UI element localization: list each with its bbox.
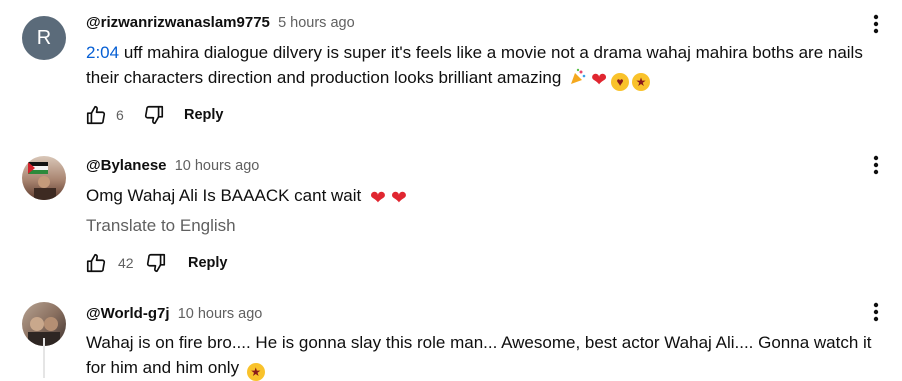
heart-emoji: ❤: [391, 188, 407, 209]
dislike-button[interactable]: [142, 103, 166, 127]
more-options-button[interactable]: [866, 153, 886, 177]
star-eyes-emoji: ★: [632, 73, 651, 91]
comment-header: @World-g7j 10 hours ago: [86, 305, 262, 322]
author-name[interactable]: @rizwanrizwanaslam9775: [86, 14, 270, 31]
avatar-image: [28, 162, 56, 200]
kebab-menu-icon: [873, 155, 879, 175]
dislike-button[interactable]: [144, 251, 168, 275]
like-button[interactable]: [84, 103, 108, 127]
comment-text: Wahaj is on fire bro.... He is gonna sla…: [86, 333, 872, 381]
heart-emoji: ❤: [591, 70, 607, 91]
reply-button[interactable]: Reply: [184, 107, 224, 123]
comment-text: 2:04 uff mahira dialogue dilvery is supe…: [86, 43, 863, 91]
like-count: 42: [118, 255, 134, 271]
thumbs-up-icon: [86, 105, 106, 125]
comment-header: @rizwanrizwanaslam9775 5 hours ago: [86, 14, 355, 31]
more-options-button[interactable]: [866, 12, 886, 36]
comment-text: Omg Wahaj Ali Is BAAACK cant wait ❤ ❤: [86, 186, 407, 209]
comment-actions: 6 Reply: [84, 103, 224, 127]
comment-time[interactable]: 10 hours ago: [178, 306, 263, 322]
translate-link[interactable]: Translate to English: [86, 216, 236, 236]
kebab-menu-icon: [873, 302, 879, 322]
more-options-button[interactable]: [866, 300, 886, 324]
avatar[interactable]: [22, 156, 66, 200]
heart-eyes-emoji: ♥: [611, 73, 630, 91]
comment-time[interactable]: 10 hours ago: [175, 158, 260, 174]
timestamp-link[interactable]: 2:04: [86, 43, 119, 62]
heart-emoji: ❤: [370, 188, 386, 209]
kebab-menu-icon: [873, 14, 879, 34]
like-count: 6: [116, 107, 124, 123]
avatar[interactable]: R: [22, 16, 66, 60]
author-name[interactable]: @World-g7j: [86, 305, 170, 322]
thread-line: [43, 338, 45, 378]
like-button[interactable]: [84, 251, 108, 275]
thumbs-down-icon: [146, 253, 166, 273]
thumbs-down-icon: [144, 105, 164, 125]
thumbs-up-icon: [86, 253, 106, 273]
comment-actions: 42 Reply: [84, 251, 228, 275]
reply-button[interactable]: Reply: [188, 255, 228, 271]
star-eyes-emoji: ★: [246, 363, 265, 381]
party-popper-emoji: [569, 68, 587, 86]
comment-time[interactable]: 5 hours ago: [278, 15, 355, 31]
author-name[interactable]: @Bylanese: [86, 157, 167, 174]
comment-header: @Bylanese 10 hours ago: [86, 157, 259, 174]
